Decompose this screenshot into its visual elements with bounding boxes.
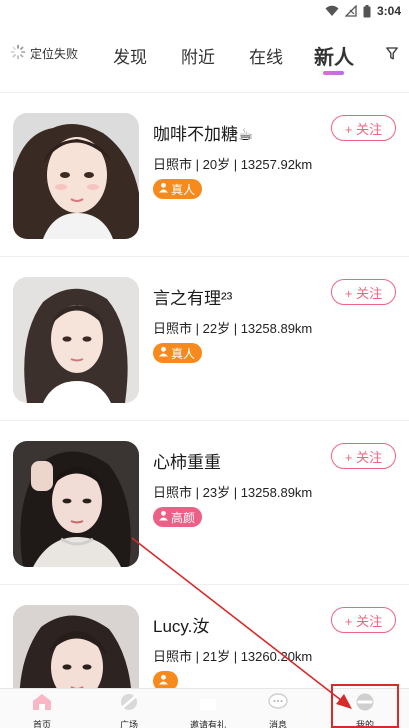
bottom-tab-bar: 首页 广场 邀请有礼 消息 我的 xyxy=(0,688,409,728)
profile-icon xyxy=(354,693,376,716)
person-icon xyxy=(158,674,169,688)
user-avatar[interactable] xyxy=(13,441,139,567)
follow-button[interactable]: + 关注 xyxy=(331,607,396,633)
location-label: 定位失败 xyxy=(30,47,79,61)
loading-spinner-icon xyxy=(10,44,26,63)
bottom-tab-invite[interactable]: 邀请有礼 xyxy=(178,689,238,728)
user-name: Lucy.汝 xyxy=(153,617,210,636)
user-card[interactable]: 咖啡不加糖☕ 日照市 | 20岁 | 13257.92km 真人 + 关注 xyxy=(0,93,409,257)
location-status[interactable]: 定位失败 xyxy=(10,44,78,63)
person-icon xyxy=(158,182,169,196)
user-distance: 13257.92km xyxy=(240,157,313,172)
person-icon xyxy=(158,346,169,360)
message-icon xyxy=(267,693,289,716)
user-avatar[interactable] xyxy=(13,277,139,403)
tab-discover[interactable]: 发现 xyxy=(113,43,147,68)
user-meta: 日照市 | 22岁 | 13258.89km xyxy=(153,321,313,336)
verified-badge xyxy=(153,671,178,688)
bottom-tab-plaza[interactable]: 广场 xyxy=(99,689,159,728)
person-icon xyxy=(158,510,169,524)
status-time: 3:04 xyxy=(376,4,401,18)
user-distance: 13258.89km xyxy=(240,321,313,336)
user-avatar[interactable] xyxy=(13,113,139,239)
user-name: 言之有理²³ xyxy=(153,289,233,308)
user-city: 日照市 xyxy=(153,485,193,500)
follow-button[interactable]: + 关注 xyxy=(331,443,396,469)
tab-nearby[interactable]: 附近 xyxy=(181,43,215,68)
user-meta: 日照市 | 20岁 | 13257.92km xyxy=(153,157,313,172)
follow-button[interactable]: + 关注 xyxy=(331,279,396,305)
badge-label: 高颜 xyxy=(171,510,196,525)
user-name: 咖啡不加糖☕ xyxy=(153,125,254,144)
badge-label: 真人 xyxy=(171,346,196,361)
follow-button[interactable]: + 关注 xyxy=(331,115,396,141)
battery-icon xyxy=(363,4,371,18)
user-distance: 13260.20km xyxy=(240,649,313,664)
bottom-tab-home[interactable]: 首页 xyxy=(12,689,72,728)
user-name: 心柿重重 xyxy=(153,453,221,472)
bottom-tab-label: 我的 xyxy=(355,720,374,728)
top-nav: 定位失败 发现 附近 在线 新人 xyxy=(0,30,409,82)
status-bar: 3:04 xyxy=(0,0,409,22)
badge-label: 真人 xyxy=(171,182,196,197)
user-meta: 日照市 | 21岁 | 13260.20km xyxy=(153,649,313,664)
user-city: 日照市 xyxy=(153,321,193,336)
bottom-tab-label: 邀请有礼 xyxy=(189,720,226,728)
filter-icon[interactable] xyxy=(386,47,398,65)
active-tab-indicator xyxy=(323,71,344,75)
user-avatar[interactable] xyxy=(13,605,139,688)
user-city: 日照市 xyxy=(153,649,193,664)
user-age: 23岁 xyxy=(202,485,231,500)
wifi-icon xyxy=(325,5,339,17)
home-icon xyxy=(31,693,53,716)
bottom-tab-label: 消息 xyxy=(268,720,287,728)
user-card[interactable]: 言之有理²³ 日照市 | 22岁 | 13258.89km 真人 + 关注 xyxy=(0,257,409,421)
user-distance: 13258.89km xyxy=(240,485,313,500)
user-age: 21岁 xyxy=(202,649,231,664)
user-city: 日照市 xyxy=(153,157,193,172)
signal-off-icon xyxy=(344,5,357,17)
user-meta: 日照市 | 23岁 | 13258.89km xyxy=(153,485,313,500)
tab-online[interactable]: 在线 xyxy=(249,43,283,68)
bottom-tab-label: 广场 xyxy=(119,720,138,728)
tab-newcomers[interactable]: 新人 xyxy=(314,41,354,70)
user-age: 22岁 xyxy=(202,321,231,336)
user-card[interactable]: 心柿重重 日照市 | 23岁 | 13258.89km 高颜 + 关注 xyxy=(0,421,409,585)
plaza-icon xyxy=(118,693,140,716)
bottom-tab-profile[interactable]: 我的 xyxy=(335,689,395,728)
verified-badge: 真人 xyxy=(153,343,203,363)
bottom-tab-label: 首页 xyxy=(32,720,51,728)
beauty-badge: 高颜 xyxy=(153,507,203,527)
bottom-tab-messages[interactable]: 消息 xyxy=(248,689,308,728)
user-list: 咖啡不加糖☕ 日照市 | 20岁 | 13257.92km 真人 + 关注 言之… xyxy=(0,93,409,688)
gift-icon xyxy=(197,693,219,716)
user-age: 20岁 xyxy=(202,157,231,172)
user-card[interactable]: Lucy.汝 日照市 | 21岁 | 13260.20km + 关注 xyxy=(0,585,409,688)
verified-badge: 真人 xyxy=(153,179,203,199)
